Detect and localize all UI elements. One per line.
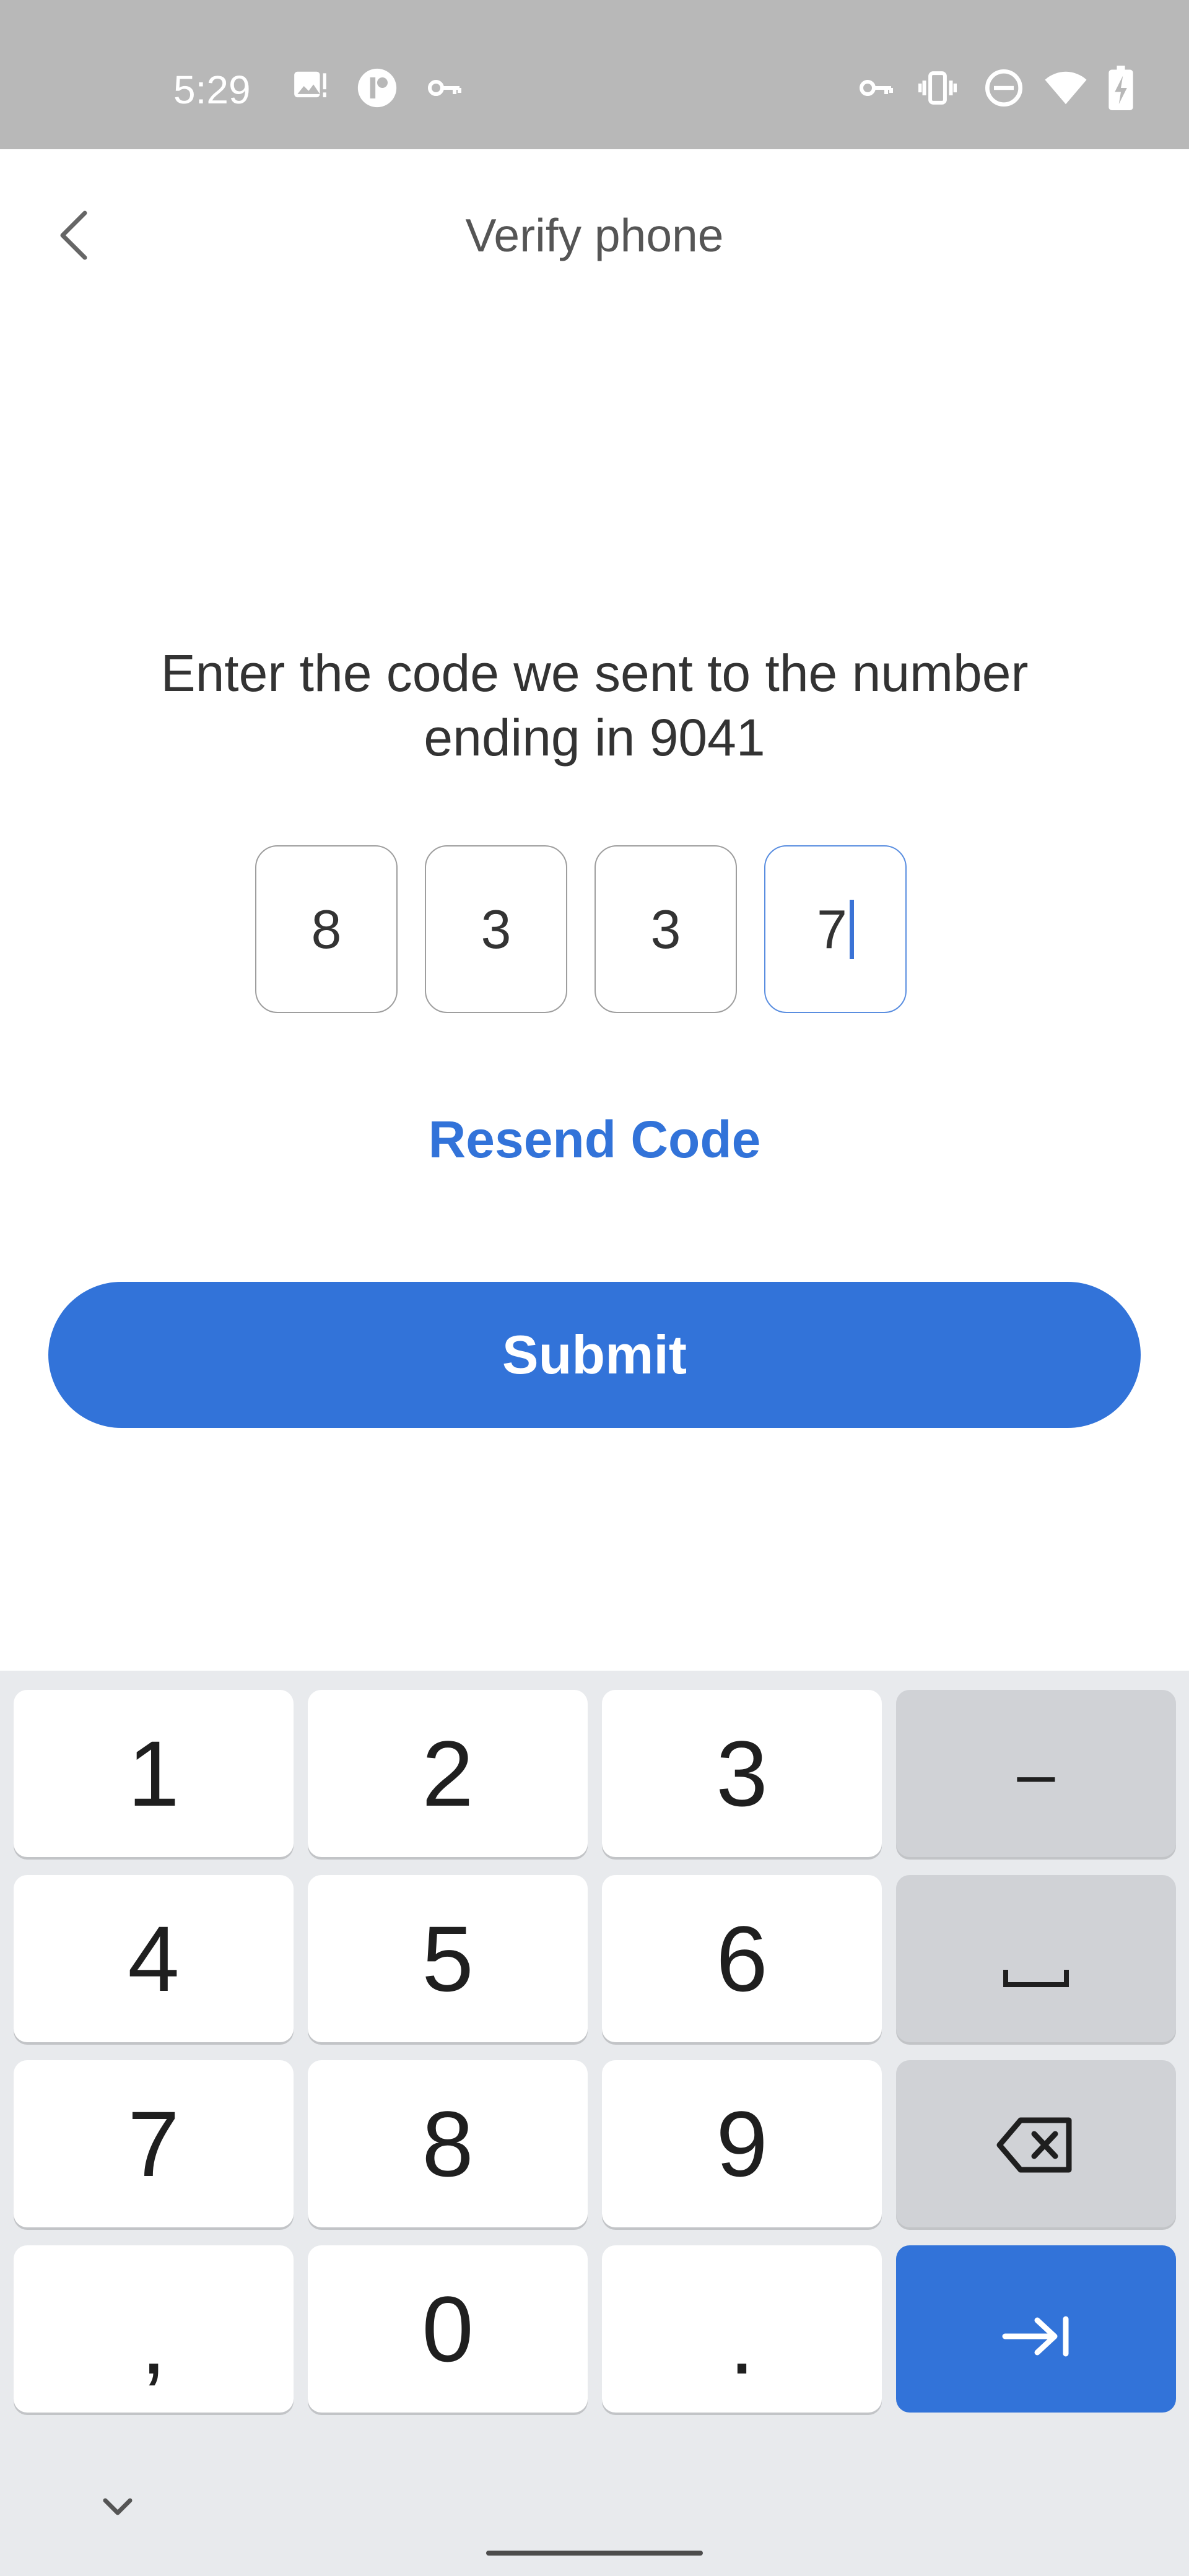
- key-dash[interactable]: –: [896, 1690, 1176, 1857]
- status-bar: 5:29: [0, 0, 1189, 149]
- page-title: Verify phone: [465, 209, 724, 261]
- backspace-icon: [996, 2091, 1076, 2198]
- key-next[interactable]: [896, 2245, 1176, 2413]
- resend-code-link[interactable]: Resend Code: [0, 1108, 1189, 1170]
- tab-next-icon: [999, 2276, 1073, 2383]
- code-digit-3[interactable]: 3: [594, 845, 737, 1013]
- key-label: 2: [422, 1721, 474, 1825]
- key-label: 6: [716, 1906, 768, 2011]
- battery-charging-icon: [1108, 66, 1133, 110]
- vpn-key-icon: [856, 76, 896, 100]
- key-space[interactable]: [896, 1875, 1176, 2042]
- key-label: 3: [716, 1721, 768, 1825]
- key-label: –: [1017, 1735, 1055, 1812]
- code-digit-2[interactable]: 3: [425, 845, 567, 1013]
- key-comma[interactable]: ,: [14, 2245, 294, 2413]
- chevron-down-icon: [93, 2498, 142, 2528]
- wifi-icon: [1044, 69, 1087, 107]
- navigation-handle[interactable]: [486, 2551, 703, 2556]
- code-input-group: 8 3 3 7: [0, 845, 1189, 1016]
- key-label: ,: [141, 2289, 167, 2393]
- key-label: 1: [128, 1721, 180, 1825]
- submit-button[interactable]: Submit: [48, 1282, 1141, 1428]
- instruction-text: Enter the code we sent to the number end…: [160, 644, 1029, 767]
- code-digit-4[interactable]: 7: [764, 845, 907, 1013]
- keyboard-collapse-button[interactable]: [93, 2488, 142, 2525]
- code-digit-value: 3: [650, 898, 681, 960]
- key-9[interactable]: 9: [602, 2060, 882, 2227]
- space-icon: [1002, 1905, 1070, 2012]
- code-digit-value: 8: [311, 898, 342, 960]
- key-0[interactable]: 0: [308, 2245, 588, 2413]
- key-1[interactable]: 1: [14, 1690, 294, 1857]
- key-backspace[interactable]: [896, 2060, 1176, 2227]
- code-digit-1[interactable]: 8: [255, 845, 398, 1013]
- key-4[interactable]: 4: [14, 1875, 294, 2042]
- code-digit-value: 3: [481, 898, 512, 960]
- vibrate-icon: [918, 69, 957, 107]
- key-label: 5: [422, 1906, 474, 2011]
- key-5[interactable]: 5: [308, 1875, 588, 2042]
- text-cursor: [849, 899, 854, 959]
- app-logo-icon: [356, 67, 398, 109]
- key-label: 0: [422, 2276, 474, 2381]
- do-not-disturb-icon: [984, 68, 1024, 108]
- key-label: 4: [128, 1906, 180, 2011]
- key-label: 8: [422, 2091, 474, 2196]
- key-7[interactable]: 7: [14, 2060, 294, 2227]
- key-label: .: [729, 2289, 755, 2393]
- key-period[interactable]: .: [602, 2245, 882, 2413]
- numeric-keyboard: 1 2 3 – 4 5 6 7 8 9 , 0 .: [0, 1671, 1189, 2576]
- key-8[interactable]: 8: [308, 2060, 588, 2227]
- status-time: 5:29: [173, 67, 251, 112]
- key-3[interactable]: 3: [602, 1690, 882, 1857]
- vpn-key-icon: [427, 76, 462, 100]
- key-label: 7: [128, 2091, 180, 2196]
- image-alert-icon: [291, 67, 329, 105]
- key-label: 9: [716, 2091, 768, 2196]
- key-6[interactable]: 6: [602, 1875, 882, 2042]
- key-2[interactable]: 2: [308, 1690, 588, 1857]
- code-digit-value: 7: [817, 898, 847, 960]
